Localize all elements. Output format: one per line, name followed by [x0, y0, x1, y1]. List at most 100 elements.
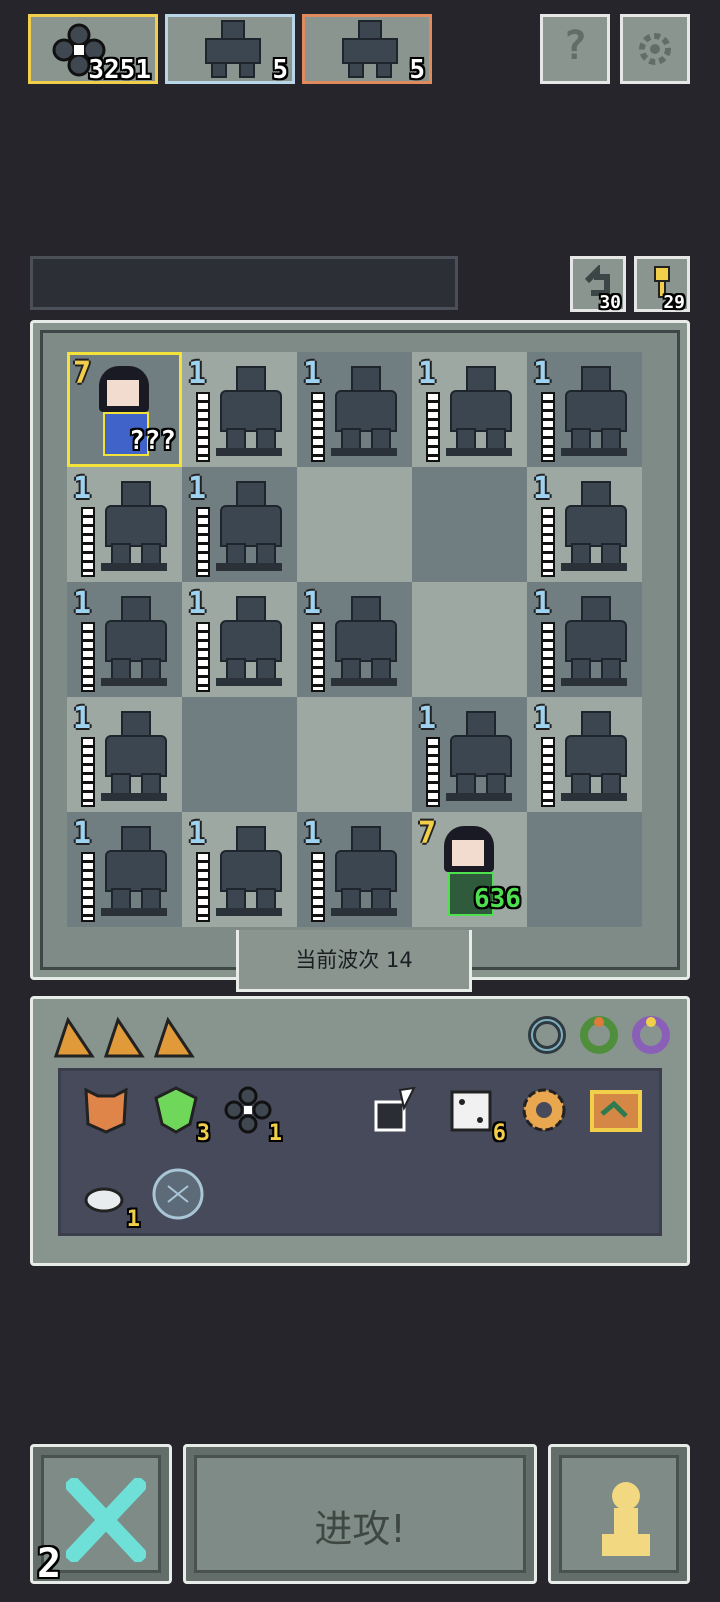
quill-icon [374, 1086, 416, 1132]
gear-item[interactable]: 1 [222, 1084, 282, 1146]
cookie-item[interactable] [518, 1084, 570, 1136]
hp-bar [426, 392, 440, 462]
attack-button[interactable]: 进攻! [183, 1444, 537, 1584]
enemy-level: 1 [303, 816, 322, 851]
key-count: 29 [663, 292, 685, 313]
enemy-level: 1 [73, 701, 92, 736]
board-cell[interactable]: 1 [412, 697, 527, 812]
board-cell[interactable]: 7 636 [412, 812, 527, 927]
hp-bar [81, 507, 95, 577]
board-cell[interactable]: 7??? [67, 352, 182, 467]
quill-item[interactable] [370, 1084, 422, 1136]
pawn-button[interactable] [548, 1444, 690, 1584]
hp-bar [311, 852, 325, 922]
golem-statue-icon [440, 707, 518, 803]
board-cell[interactable]: 1 [182, 582, 297, 697]
hp-bar [81, 852, 95, 922]
enemy-level: 1 [533, 356, 552, 391]
golem-statue-icon [95, 477, 173, 573]
help-glyph: ? [562, 23, 588, 69]
golem-statue-icon [210, 477, 288, 573]
board-cell[interactable]: 1 [527, 582, 642, 697]
hero-hp: 636 [474, 884, 521, 914]
hero-hp: ??? [129, 426, 176, 456]
hp-bar [196, 852, 210, 922]
golem-statue-icon [325, 592, 403, 688]
dark-ring-icon[interactable] [526, 1014, 568, 1056]
undo-button[interactable]: 30 [570, 256, 626, 313]
armor-item[interactable] [80, 1084, 132, 1136]
gold-count: 3251 [88, 55, 151, 85]
board-cell[interactable]: 1 [297, 582, 412, 697]
hp-bar [541, 622, 555, 692]
board-cell[interactable]: 1 [67, 582, 182, 697]
hp-bar [196, 507, 210, 577]
settings-button[interactable] [620, 14, 690, 84]
map-item[interactable] [588, 1084, 642, 1136]
shield-item[interactable]: 3 [150, 1084, 210, 1146]
board-cell[interactable] [412, 582, 527, 697]
enemy-level: 1 [73, 586, 92, 621]
board-cell[interactable]: 1 [182, 467, 297, 582]
golem-statue-icon [325, 822, 403, 918]
golem-statue-icon [210, 592, 288, 688]
cloud-item[interactable]: 1 [80, 1170, 140, 1232]
hero-level: 7 [418, 816, 437, 851]
pawn-button-inner [559, 1455, 679, 1573]
hp-bar [311, 392, 325, 462]
board-cell[interactable] [297, 697, 412, 812]
hp-bar [196, 622, 210, 692]
wave-tab: 当前波次 14 [236, 930, 472, 992]
board-cell[interactable]: 1 [67, 467, 182, 582]
enemy-level: 1 [533, 471, 552, 506]
title-bar [30, 256, 458, 310]
board-cell[interactable]: 1 [182, 352, 297, 467]
enemy-level: 1 [73, 471, 92, 506]
board-cell[interactable]: 1 [67, 812, 182, 927]
orb-icon [152, 1168, 204, 1220]
undo-count: 30 [599, 292, 621, 313]
golem-statue-icon [210, 362, 288, 458]
golem-statue-icon [440, 362, 518, 458]
gear-icon [639, 33, 671, 65]
key-button[interactable]: 29 [634, 256, 690, 313]
hp-bar [426, 737, 440, 807]
golem-statue-icon [95, 707, 173, 803]
purple-ring-icon[interactable] [630, 1014, 672, 1056]
enemy-level: 1 [303, 586, 322, 621]
board-cell[interactable] [527, 812, 642, 927]
attack-label: 进攻! [314, 1507, 406, 1551]
board-cell[interactable] [412, 467, 527, 582]
hp-bar [311, 622, 325, 692]
golem-statue-icon [95, 592, 173, 688]
green-ring-icon[interactable] [578, 1014, 620, 1056]
golem-statue-icon [555, 477, 633, 573]
golem-statue-icon [210, 822, 288, 918]
close-count: 2 [37, 1541, 62, 1587]
map-icon [590, 1090, 642, 1132]
board-cell[interactable]: 1 [182, 812, 297, 927]
board-cell[interactable] [297, 467, 412, 582]
orb-item[interactable] [150, 1166, 204, 1220]
board-cell[interactable]: 1 [412, 352, 527, 467]
board-cell[interactable]: 1 [527, 697, 642, 812]
close-button[interactable]: 2 [30, 1444, 172, 1587]
board-cell[interactable] [182, 697, 297, 812]
enemy-level: 1 [188, 471, 207, 506]
board-cell[interactable]: 1 [67, 697, 182, 812]
board-cell[interactable]: 1 [297, 812, 412, 927]
help-button[interactable]: ? [540, 14, 610, 84]
enemy-level: 1 [73, 816, 92, 851]
pawn-icon [602, 1482, 650, 1556]
board-cell[interactable]: 1 [527, 467, 642, 582]
board-cell[interactable]: 1 [527, 352, 642, 467]
golem-statue-icon [555, 707, 633, 803]
hp-bar [81, 622, 95, 692]
cheese-icon[interactable] [102, 1016, 146, 1060]
cheese-icon[interactable] [152, 1016, 196, 1060]
dice-item[interactable]: 6 [446, 1084, 506, 1146]
enemy-level: 1 [418, 356, 437, 391]
cookie-icon [522, 1088, 566, 1132]
cheese-icon[interactable] [52, 1016, 96, 1060]
board-cell[interactable]: 1 [297, 352, 412, 467]
